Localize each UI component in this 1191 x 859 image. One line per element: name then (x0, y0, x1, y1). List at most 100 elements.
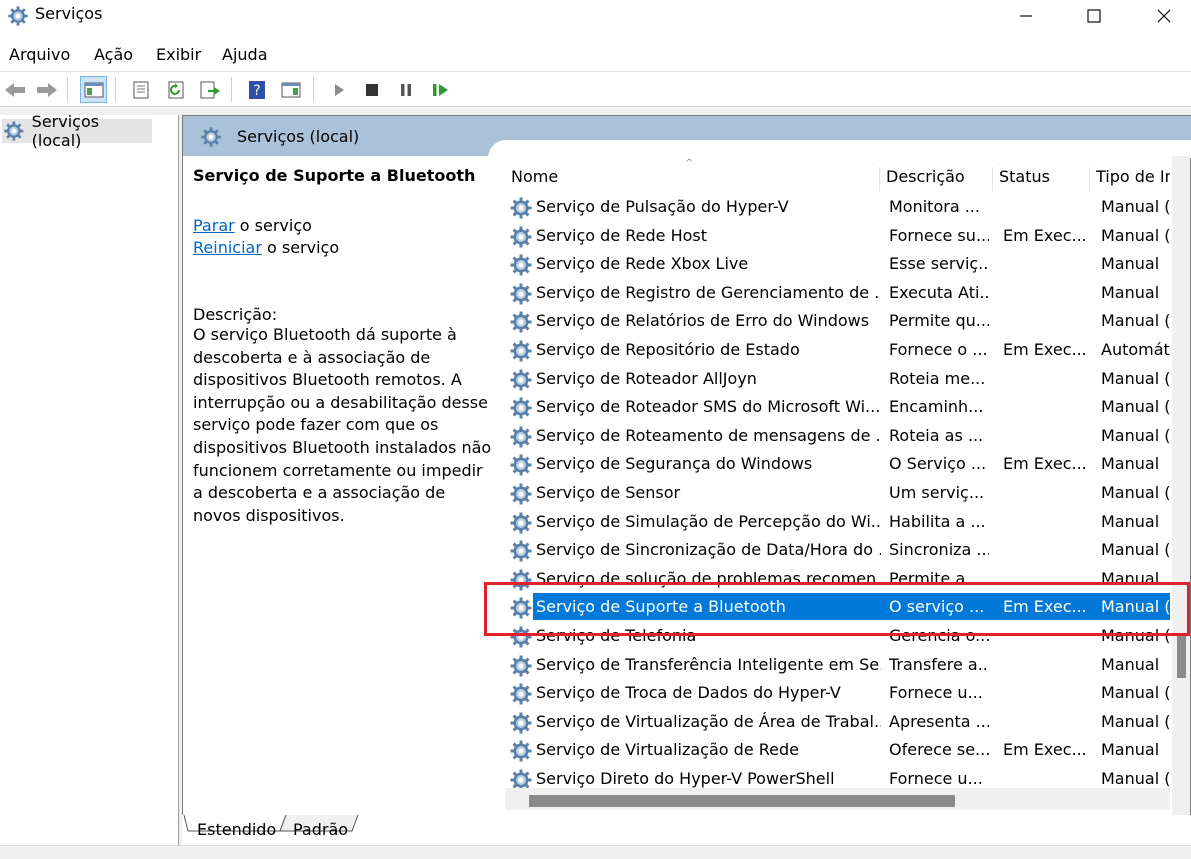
show-console-tree-button[interactable] (80, 76, 107, 103)
services-list: ^ Nome Descrição Status Tipo de In Servi… (505, 156, 1170, 826)
table-row[interactable]: Serviço de Roteador SMS do Microsoft Wi.… (505, 393, 1170, 422)
table-row[interactable]: Serviço de Telefonia Gerencia o... Manual … (505, 622, 1170, 651)
menu-arquivo[interactable]: Arquivo (9, 45, 70, 64)
service-startup-type: Manual (1101, 740, 1160, 760)
service-name: Serviço de Simulação de Percepção do Wi.… (536, 511, 881, 531)
table-row[interactable]: Serviço de Sincronização de Data/Hora do… (505, 536, 1170, 565)
main-pane: Serviços (local) Serviço de Suporte a Bl… (182, 115, 1191, 845)
column-description[interactable]: Descrição (879, 167, 992, 191)
tab-standard[interactable]: Padrão (293, 820, 348, 839)
vertical-scrollbar[interactable] (1172, 156, 1190, 826)
minimize-button[interactable] (998, 0, 1054, 32)
service-name: Serviço de Repositório de Estado (536, 339, 800, 359)
close-icon (1157, 9, 1171, 23)
service-status: Em Exec... (1003, 740, 1087, 760)
show-action-pane-button[interactable] (277, 76, 304, 103)
table-row[interactable]: Serviço de solução de problemas recomen.… (505, 565, 1170, 594)
menu-exibir[interactable]: Exibir (156, 45, 201, 64)
service-startup-type: Manual (1101, 254, 1160, 274)
restart-service-button[interactable] (427, 76, 454, 103)
service-description: Monitora ... (889, 197, 980, 216)
table-row[interactable]: Serviço de Virtualização de Rede Oferece … (505, 736, 1170, 765)
extended-detail-panel: Serviço de Suporte a Bluetooth Parar o s… (193, 166, 493, 527)
column-header: ^ Nome Descrição Status Tipo de In (505, 158, 1170, 196)
menu-acao[interactable]: Ação (94, 45, 133, 64)
maximize-button[interactable] (1066, 0, 1122, 32)
table-row[interactable]: Serviço de Relatórios de Erro do Windows… (505, 307, 1170, 336)
vertical-scroll-thumb[interactable] (1177, 636, 1186, 678)
service-gear-icon (509, 310, 533, 334)
service-gear-icon (509, 711, 533, 735)
service-name: Serviço de Sincronização de Data/Hora do… (536, 540, 881, 560)
table-row[interactable]: Serviço de Sensor Um serviç... Manual (l (505, 479, 1170, 508)
description-label: Descrição: (193, 305, 278, 324)
service-description: O serviço ... (889, 597, 985, 617)
stop-service-button[interactable] (358, 76, 385, 103)
table-row[interactable]: Serviço de Registro de Gerenciamento de … (505, 279, 1170, 308)
properties-button[interactable] (127, 76, 154, 103)
console-tree-icon (84, 82, 103, 97)
service-status: Em Exec... (1003, 454, 1087, 474)
restart-service-link[interactable]: Reiniciar (193, 238, 262, 257)
service-status: Em Exec... (1003, 339, 1087, 359)
service-startup-type: Manual (l (1101, 597, 1170, 617)
services-gear-icon (200, 126, 222, 148)
service-gear-icon (509, 396, 533, 420)
service-description: Habilita a ... (889, 511, 986, 531)
table-row[interactable]: Serviço de Virtualização de Área de Trab… (505, 708, 1170, 737)
services-gear-icon (3, 120, 25, 142)
service-startup-type: Manual (l (1101, 368, 1170, 388)
service-gear-icon (509, 625, 533, 649)
service-name: Serviço de Registro de Gerenciamento de … (536, 282, 881, 302)
help-button[interactable]: ? (243, 76, 270, 103)
services-gear-icon (7, 5, 29, 27)
table-row[interactable]: Serviço de Troca de Dados do Hyper-V Forn… (505, 679, 1170, 708)
service-startup-type: Manual (l (1101, 711, 1170, 731)
service-name: Serviço de Suporte a Bluetooth (536, 597, 786, 617)
tab-extended[interactable]: Estendido (197, 820, 276, 839)
description-text: O serviço Bluetooth dá suporte à descobe… (193, 325, 492, 525)
window-title: Serviços (35, 4, 103, 23)
table-row[interactable]: Serviço de Rede Xbox Live Esse serviç... M… (505, 250, 1170, 279)
service-startup-type: Manual (l (1101, 311, 1170, 331)
table-row[interactable]: Serviço de Rede Host Fornece su... Em Exec… (505, 222, 1170, 251)
service-description: Permite qu... (889, 311, 989, 331)
service-description: Oferece se... (889, 740, 989, 760)
service-name: Serviço de Segurança do Windows (536, 454, 813, 474)
table-row[interactable]: Serviço de Repositório de Estado Fornece … (505, 336, 1170, 365)
column-name[interactable]: Nome (505, 167, 879, 191)
back-button[interactable] (1, 76, 28, 103)
service-gear-icon (509, 282, 533, 306)
service-gear-icon (509, 568, 533, 592)
table-row[interactable]: Serviço de Pulsação do Hyper-V Monitora .… (505, 193, 1170, 222)
service-gear-icon (509, 682, 533, 706)
toolbar: ? (0, 72, 1191, 107)
table-row[interactable]: Serviço de Roteamento de mensagens de ..… (505, 422, 1170, 451)
start-service-button[interactable] (325, 76, 352, 103)
table-row[interactable]: Serviço de Simulação de Percepção do Wi.… (505, 508, 1170, 537)
table-row[interactable]: Serviço de Roteador AllJoyn Roteia me... M… (505, 365, 1170, 394)
table-row[interactable]: Serviço de Segurança do Windows O Serviço… (505, 450, 1170, 479)
menu-ajuda[interactable]: Ajuda (222, 45, 268, 64)
service-name: Serviço de Virtualização de Área de Trab… (536, 711, 881, 731)
export-list-button[interactable] (196, 76, 223, 103)
service-startup-type: Manual (l (1101, 197, 1170, 216)
action-pane-icon (281, 82, 300, 97)
horizontal-scroll-thumb[interactable] (529, 795, 955, 807)
forward-button[interactable] (33, 76, 60, 103)
service-description: Fornece su... (889, 225, 989, 245)
column-startup-type[interactable]: Tipo de In (1089, 167, 1170, 191)
service-startup-type: Manual (1101, 568, 1160, 588)
horizontal-scrollbar[interactable] (505, 788, 1170, 810)
column-status[interactable]: Status (992, 167, 1089, 191)
service-startup-type: Manual (l (1101, 625, 1170, 645)
service-description: Fornece o ... (889, 339, 988, 359)
close-button[interactable] (1136, 0, 1191, 32)
table-row[interactable]: Serviço de Transferência Inteligente em … (505, 651, 1170, 680)
table-row[interactable]: Serviço de Suporte a Bluetooth O serviço … (505, 593, 1170, 622)
tree-item-services-local[interactable]: Serviços (local) (2, 112, 152, 150)
service-startup-type: Manual (l (1101, 225, 1170, 245)
refresh-button[interactable] (162, 76, 189, 103)
stop-service-link[interactable]: Parar (193, 216, 235, 235)
pause-service-button[interactable] (392, 76, 419, 103)
